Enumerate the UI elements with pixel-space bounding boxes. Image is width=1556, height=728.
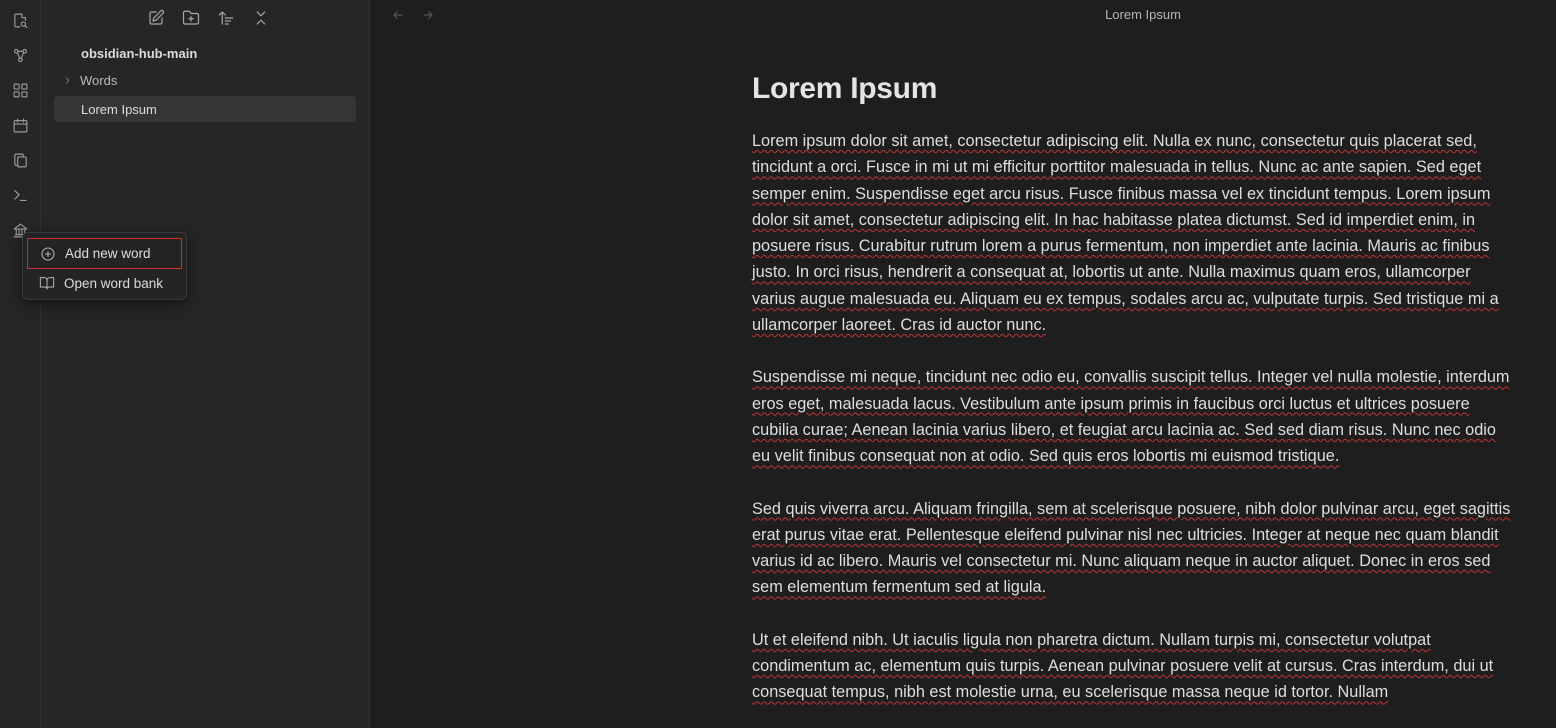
paragraph: Lorem ipsum dolor sit amet, consectetur …	[752, 132, 1499, 335]
graph-view-button[interactable]	[6, 41, 34, 69]
arrow-left-icon	[393, 11, 403, 19]
open-word-bank-menu-item[interactable]: Open word bank	[27, 269, 182, 297]
file-explorer-sidebar: obsidian-hub-main Words Lorem Ipsum	[41, 0, 370, 728]
book-open-icon	[39, 277, 55, 290]
tree-item-label: Lorem Ipsum	[81, 101, 157, 117]
open-quick-switcher-icon	[13, 13, 27, 28]
sort-button[interactable]	[214, 7, 237, 30]
tree-item-label: Words	[80, 72, 118, 88]
daily-note-button[interactable]	[6, 111, 34, 139]
document-heading: Lorem Ipsum	[752, 72, 938, 105]
navigate-forward-button[interactable]	[416, 3, 440, 27]
templates-button[interactable]	[6, 146, 34, 174]
tree-file-lorem-ipsum[interactable]: Lorem Ipsum	[54, 96, 356, 122]
new-note-icon	[148, 9, 164, 25]
file-explorer-toolbar	[41, 0, 369, 36]
document-content[interactable]: Lorem Ipsum Lorem ipsum dolor sit amet, …	[752, 72, 1516, 728]
daily-note-icon	[13, 118, 27, 132]
vault-name[interactable]: obsidian-hub-main	[41, 36, 369, 66]
canvas-icon	[13, 83, 27, 97]
paragraph: Sed quis viverra arcu. Aliquam fringilla…	[752, 499, 1511, 597]
templates-icon	[13, 153, 27, 167]
canvas-button[interactable]	[6, 76, 34, 104]
graph-view-icon	[13, 48, 27, 62]
command-palette-button[interactable]	[6, 181, 34, 209]
paragraph: Suspendisse mi neque, tincidunt nec odio…	[752, 368, 1510, 466]
new-folder-icon	[182, 10, 199, 25]
menu-item-label: Open word bank	[64, 275, 164, 291]
menu-item-label: Add new word	[65, 246, 151, 261]
view-header: Lorem Ipsum	[370, 0, 1556, 30]
sort-icon	[218, 11, 233, 25]
new-folder-button[interactable]	[179, 7, 202, 30]
add-new-word-menu-item[interactable]: Add new word	[27, 238, 182, 269]
view-header-title: Lorem Ipsum	[1105, 7, 1181, 22]
paragraph: Ut et eleifend nibh. Ut iaculis ligula n…	[752, 630, 1494, 702]
collapse-all-icon	[256, 11, 265, 25]
editor-pane: Lorem Ipsum Lorem Ipsum Lorem ipsum dolo…	[370, 0, 1556, 728]
plus-circle-icon	[41, 247, 55, 260]
quick-switcher-button[interactable]	[6, 6, 34, 34]
app-window: obsidian-hub-main Words Lorem Ipsum Lore…	[0, 0, 1556, 728]
chevron-right-icon	[62, 75, 76, 86]
ribbon	[0, 0, 41, 728]
tree-folder-words[interactable]: Words	[54, 67, 356, 93]
word-bank-menu: Add new word Open word bank	[22, 232, 187, 300]
command-palette-icon	[13, 189, 27, 201]
collapse-all-button[interactable]	[249, 7, 272, 30]
arrow-right-icon	[423, 11, 433, 19]
navigate-back-button[interactable]	[386, 3, 410, 27]
new-note-button[interactable]	[144, 7, 167, 30]
